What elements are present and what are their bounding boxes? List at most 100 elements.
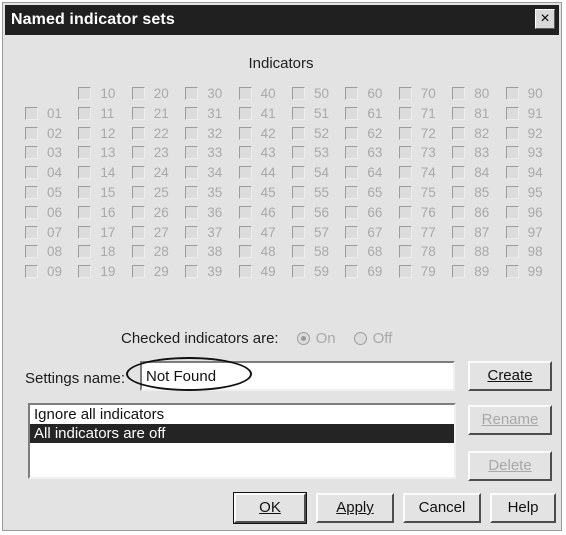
checkbox[interactable] [292, 186, 305, 199]
indicator-checkbox-78[interactable]: 78 [398, 243, 436, 260]
checkbox[interactable] [452, 106, 466, 120]
indicator-checkbox-54[interactable]: 54 [292, 164, 329, 181]
indicator-checkbox-71[interactable]: 71 [398, 105, 436, 122]
indicator-checkbox-23[interactable]: 23 [131, 144, 169, 161]
indicator-checkbox-61[interactable]: 61 [345, 105, 382, 122]
checkbox[interactable] [505, 225, 519, 239]
checkbox[interactable] [185, 106, 199, 120]
checkbox[interactable] [131, 265, 145, 279]
checkbox[interactable] [25, 225, 38, 239]
indicator-checkbox-72[interactable]: 72 [398, 125, 436, 142]
indicator-checkbox-52[interactable]: 52 [292, 125, 329, 142]
checkbox[interactable] [292, 87, 305, 100]
indicator-checkbox-32[interactable]: 32 [185, 125, 222, 142]
indicator-checkbox-35[interactable]: 35 [185, 184, 222, 201]
indicator-checkbox-42[interactable]: 42 [238, 125, 276, 142]
radio-off[interactable] [353, 331, 367, 345]
checkbox[interactable] [505, 106, 519, 120]
checkbox[interactable] [78, 106, 92, 120]
checkbox[interactable] [78, 87, 92, 100]
indicator-checkbox-40[interactable]: 40 [238, 85, 276, 102]
indicator-checkbox-98[interactable]: 98 [505, 243, 543, 260]
checkbox[interactable] [78, 186, 92, 199]
indicator-checkbox-67[interactable]: 67 [345, 224, 382, 241]
apply-button[interactable]: Apply [316, 493, 394, 523]
checkbox[interactable] [78, 205, 92, 219]
indicator-checkbox-41[interactable]: 41 [238, 105, 276, 122]
checkbox[interactable] [25, 166, 38, 180]
checkbox[interactable] [238, 245, 252, 259]
checkbox[interactable] [131, 146, 145, 160]
settings-name-input[interactable] [140, 361, 455, 391]
indicator-checkbox-07[interactable]: 07 [25, 224, 62, 241]
indicator-checkbox-70[interactable]: 70 [398, 85, 436, 102]
checkbox[interactable] [398, 186, 412, 199]
checkbox[interactable] [238, 87, 252, 100]
indicator-checkbox-08[interactable]: 08 [25, 243, 62, 260]
indicator-checkbox-43[interactable]: 43 [238, 144, 276, 161]
indicator-checkbox-73[interactable]: 73 [398, 144, 436, 161]
indicator-checkbox-36[interactable]: 36 [185, 204, 222, 221]
checkbox[interactable] [238, 186, 252, 199]
settings-list[interactable]: Ignore all indicators All indicators are… [28, 403, 456, 479]
indicator-checkbox-01[interactable]: 01 [25, 105, 62, 122]
indicator-checkbox-44[interactable]: 44 [238, 164, 276, 181]
create-button[interactable]: Create [468, 361, 552, 391]
checkbox[interactable] [345, 146, 359, 160]
indicator-checkbox-46[interactable]: 46 [238, 204, 276, 221]
indicator-checkbox-39[interactable]: 39 [185, 263, 222, 280]
indicator-checkbox-09[interactable]: 09 [25, 263, 62, 280]
indicator-checkbox-76[interactable]: 76 [398, 204, 436, 221]
indicator-checkbox-58[interactable]: 58 [292, 243, 329, 260]
indicator-checkbox-89[interactable]: 89 [452, 263, 489, 280]
indicator-checkbox-25[interactable]: 25 [131, 184, 169, 201]
indicator-checkbox-06[interactable]: 06 [25, 204, 62, 221]
checkbox[interactable] [185, 87, 199, 100]
indicator-checkbox-88[interactable]: 88 [452, 243, 489, 260]
indicator-checkbox-66[interactable]: 66 [345, 204, 382, 221]
indicator-checkbox-50[interactable]: 50 [292, 85, 329, 102]
indicator-checkbox-04[interactable]: 04 [25, 164, 62, 181]
indicator-checkbox-59[interactable]: 59 [292, 263, 329, 280]
checkbox[interactable] [505, 87, 519, 100]
checkbox[interactable] [505, 245, 519, 259]
checkbox[interactable] [345, 126, 359, 140]
indicator-checkbox-11[interactable]: 11 [78, 105, 114, 122]
checkbox[interactable] [452, 166, 466, 180]
indicator-checkbox-38[interactable]: 38 [185, 243, 222, 260]
delete-button[interactable]: Delete [468, 451, 552, 481]
indicator-checkbox-85[interactable]: 85 [452, 184, 489, 201]
checkbox[interactable] [238, 225, 252, 239]
checkbox[interactable] [505, 186, 519, 199]
indicator-checkbox-64[interactable]: 64 [345, 164, 382, 181]
checkbox[interactable] [398, 245, 412, 259]
indicator-checkbox-56[interactable]: 56 [292, 204, 329, 221]
indicator-checkbox-49[interactable]: 49 [238, 263, 276, 280]
checkbox[interactable] [238, 205, 252, 219]
checkbox[interactable] [452, 265, 466, 279]
indicator-checkbox-87[interactable]: 87 [452, 224, 489, 241]
indicator-checkbox-65[interactable]: 65 [345, 184, 382, 201]
ok-button[interactable]: OK [233, 492, 307, 524]
checkbox[interactable] [131, 166, 145, 180]
indicator-checkbox-74[interactable]: 74 [398, 164, 436, 181]
checkbox[interactable] [345, 87, 359, 100]
indicator-checkbox-03[interactable]: 03 [25, 144, 62, 161]
checkbox[interactable] [292, 265, 305, 279]
indicator-checkbox-69[interactable]: 69 [345, 263, 382, 280]
indicator-checkbox-18[interactable]: 18 [78, 243, 115, 260]
checkbox[interactable] [292, 166, 305, 180]
checkbox[interactable] [398, 126, 412, 140]
indicator-checkbox-29[interactable]: 29 [131, 263, 169, 280]
indicator-checkbox-14[interactable]: 14 [78, 164, 115, 181]
checkbox[interactable] [452, 245, 466, 259]
indicator-checkbox-55[interactable]: 55 [292, 184, 329, 201]
checkbox[interactable] [398, 87, 412, 100]
indicator-checkbox-96[interactable]: 96 [505, 204, 543, 221]
checkbox[interactable] [238, 166, 252, 180]
indicator-checkbox-82[interactable]: 82 [452, 125, 489, 142]
checkbox[interactable] [78, 245, 92, 259]
indicator-checkbox-79[interactable]: 79 [398, 263, 436, 280]
checkbox[interactable] [345, 106, 359, 120]
rename-button[interactable]: Rename [468, 405, 552, 435]
